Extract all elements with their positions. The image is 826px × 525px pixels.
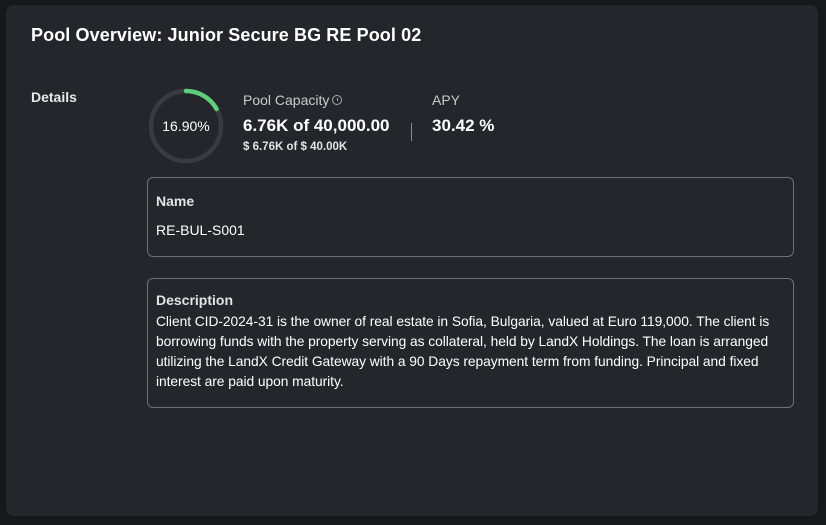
- pool-capacity-label: Pool Capacity: [243, 92, 330, 108]
- pool-overview-card: Pool Overview: Junior Secure BG RE Pool …: [6, 5, 818, 516]
- name-value: RE-BUL-S001: [156, 222, 245, 238]
- capacity-progress-gauge: 16.90%: [147, 87, 225, 165]
- description-label: Description: [156, 292, 234, 308]
- description-value: Client CID-2024-31 is the owner of real …: [156, 314, 770, 389]
- gauge-percent: 16.90%: [162, 118, 210, 134]
- details-section-label: Details: [31, 89, 77, 105]
- name-field: Name RE-BUL-S001: [147, 177, 794, 257]
- name-label: Name: [156, 193, 195, 209]
- pool-capacity-usd-value: $ 6.76K of $ 40.00K: [243, 141, 348, 153]
- apy-label: APY: [432, 92, 461, 108]
- stats-divider: [411, 123, 412, 141]
- info-circle-icon[interactable]: [332, 95, 343, 105]
- apy-value: 30.42 %: [432, 116, 495, 135]
- pool-capacity-value: 6.76K of 40,000.00: [243, 116, 390, 135]
- page-title: Pool Overview: Junior Secure BG RE Pool …: [31, 25, 422, 45]
- description-field: Description Client CID-2024-31 is the ow…: [147, 278, 794, 408]
- pool-capacity-label-group: Pool Capacity: [243, 92, 343, 108]
